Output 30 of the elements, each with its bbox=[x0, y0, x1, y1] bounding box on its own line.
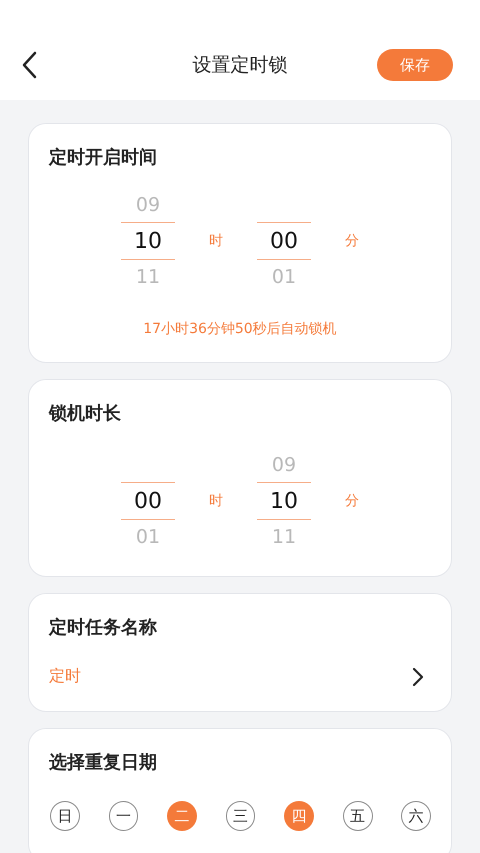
day-toggle[interactable]: 三 bbox=[226, 801, 256, 831]
countdown-text: 17小时36分钟50秒后自动锁机 bbox=[143, 320, 337, 338]
wheel-option[interactable]: 01 bbox=[272, 266, 296, 288]
unit-label: 时 bbox=[209, 232, 223, 250]
task-name-value[interactable]: 定时 bbox=[49, 666, 81, 687]
chevron-right-icon[interactable] bbox=[411, 666, 425, 686]
selected-value[interactable]: 00 bbox=[270, 228, 298, 254]
unit-label: 分 bbox=[345, 232, 359, 250]
wheel-option[interactable]: 09 bbox=[272, 454, 296, 476]
card-title: 定时开启时间 bbox=[49, 146, 157, 170]
day-toggle[interactable]: 五 bbox=[342, 801, 372, 831]
unit-label: 分 bbox=[345, 492, 359, 510]
wheel-option[interactable]: 11 bbox=[136, 266, 160, 288]
page-title: 设置定时锁 bbox=[192, 53, 288, 78]
selected-value[interactable]: 10 bbox=[134, 228, 162, 254]
card-title: 选择重复日期 bbox=[49, 751, 157, 775]
wheel-option[interactable]: 09 bbox=[136, 194, 160, 216]
unit-label: 时 bbox=[209, 492, 223, 510]
day-toggle[interactable]: 四 bbox=[284, 801, 314, 831]
wheel-option[interactable]: 01 bbox=[136, 526, 160, 548]
card-title: 锁机时长 bbox=[49, 402, 121, 426]
selected-value[interactable]: 10 bbox=[270, 488, 298, 514]
day-toggle[interactable]: 一 bbox=[108, 801, 138, 831]
day-toggle[interactable]: 二 bbox=[167, 801, 197, 831]
day-toggle[interactable]: 六 bbox=[401, 801, 432, 831]
wheel-option[interactable]: 11 bbox=[272, 526, 296, 548]
selected-value[interactable]: 00 bbox=[134, 488, 162, 514]
day-toggle[interactable]: 日 bbox=[50, 801, 80, 831]
save-button[interactable]: 保存 bbox=[377, 49, 453, 81]
card-title: 定时任务名称 bbox=[49, 616, 157, 640]
